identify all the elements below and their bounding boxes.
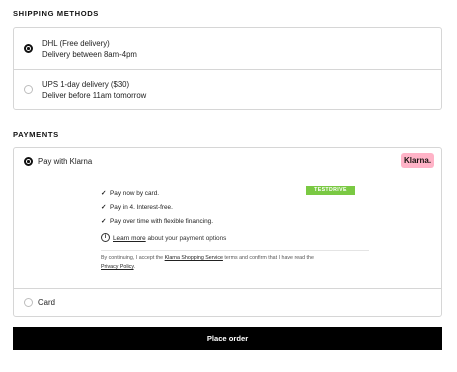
terms-middle: terms and confirm that I have read the [222, 255, 314, 261]
klarna-benefit-text: Pay now by card. [110, 190, 160, 197]
payments-heading: PAYMENTS [13, 130, 59, 139]
klarna-logo: Klarna. [401, 153, 434, 168]
info-icon: i [101, 233, 110, 242]
payment-options-box: Pay with Klarna Klarna. TESTDRIVE ✓ Pay n… [13, 147, 442, 317]
klarna-benefit-item: ✓ Pay over time with flexible financing. [101, 217, 213, 225]
payment-option-card[interactable]: Card [14, 289, 441, 317]
ups-option-title: UPS 1-day delivery ($30) [42, 80, 130, 89]
learn-more-rest-text: about your payment options [145, 235, 227, 242]
ups-radio[interactable] [24, 85, 33, 94]
klarna-shopping-service-link[interactable]: Klarna Shopping Service [165, 255, 223, 261]
checkmark-icon: ✓ [101, 218, 107, 225]
shipping-option-dhl[interactable]: DHL (Free delivery) Delivery between 8am… [14, 28, 441, 69]
klarna-inner-divider [101, 250, 369, 251]
dhl-option-description: Delivery between 8am-4pm [42, 50, 137, 59]
klarna-terms-text: By continuing, I accept the Klarna Shopp… [101, 254, 363, 272]
dhl-option-title: DHL (Free delivery) [42, 39, 110, 48]
klarna-benefit-text: Pay over time with flexible financing. [110, 218, 214, 225]
shipping-options-box: DHL (Free delivery) Delivery between 8am… [13, 27, 442, 110]
ups-option-description: Deliver before 11am tomorrow [42, 91, 147, 100]
shipping-option-ups[interactable]: UPS 1-day delivery ($30) Deliver before … [14, 70, 441, 110]
card-radio[interactable] [24, 298, 33, 307]
klarna-benefit-item: ✓ Pay now by card. [101, 189, 159, 197]
terms-prefix: By continuing, I accept the [101, 255, 165, 261]
klarna-radio[interactable] [24, 157, 33, 166]
terms-suffix: . [133, 264, 136, 270]
dhl-radio[interactable] [24, 44, 33, 53]
klarna-option-label: Pay with Klarna [38, 157, 93, 166]
privacy-policy-link[interactable]: Privacy Policy [101, 264, 134, 270]
shipping-methods-heading: SHIPPING METHODS [13, 9, 99, 18]
card-option-label: Card [38, 298, 55, 307]
klarna-benefit-item: ✓ Pay in 4. Interest-free. [101, 203, 173, 211]
place-order-button[interactable]: Place order [13, 327, 442, 350]
checkmark-icon: ✓ [101, 204, 107, 211]
learn-more-link[interactable]: Learn more [113, 235, 146, 242]
learn-more-line: Learn more about your payment options [113, 235, 226, 242]
testdrive-badge: TESTDRIVE [306, 186, 355, 195]
checkmark-icon: ✓ [101, 190, 107, 197]
payment-option-klarna[interactable]: Pay with Klarna Klarna. [14, 148, 441, 174]
klarna-benefit-text: Pay in 4. Interest-free. [110, 204, 173, 211]
